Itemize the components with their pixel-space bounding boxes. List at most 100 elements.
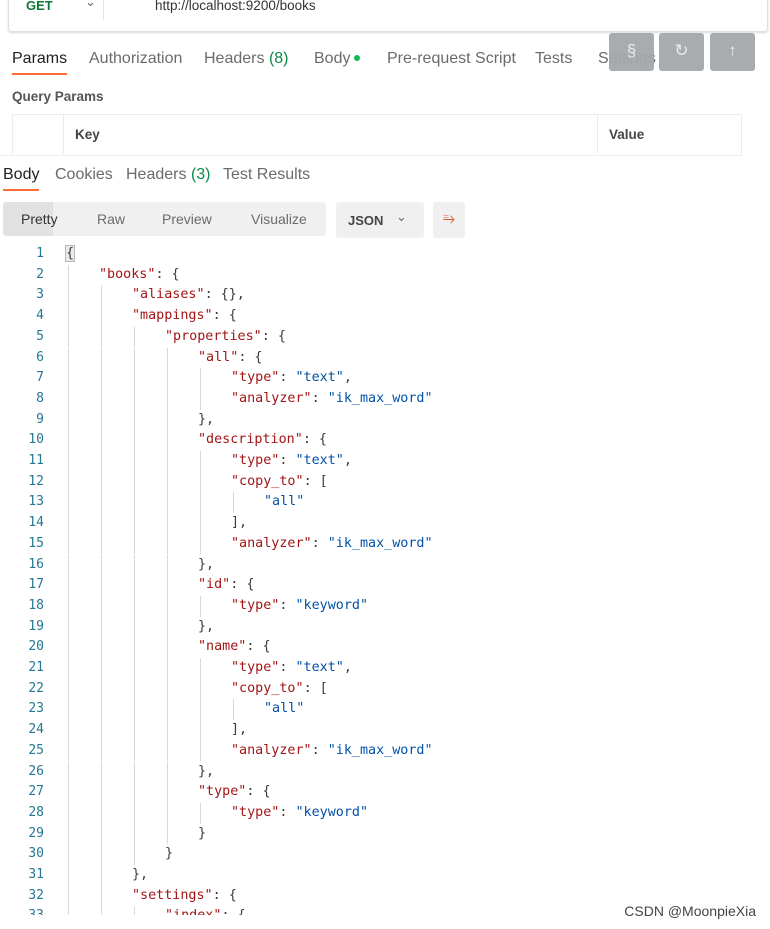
- code-text: "properties": {: [165, 327, 286, 348]
- section-button[interactable]: §: [609, 33, 654, 71]
- line-number: 26: [28, 763, 44, 779]
- line-number: 10: [28, 432, 44, 448]
- indent-guide: [68, 906, 69, 915]
- indent-guide: [68, 595, 69, 617]
- tab-cookies[interactable]: Cookies: [55, 166, 113, 184]
- code-line: 15 "analyzer": "ik_max_word": [0, 533, 770, 555]
- chevron-down-icon[interactable]: ⌄: [85, 0, 96, 10]
- indent-guide: [200, 451, 201, 472]
- indent-guide: [200, 740, 201, 762]
- code-line: 1{: [0, 244, 770, 265]
- indent-guide: [167, 533, 168, 555]
- indent-guide: [167, 740, 168, 762]
- colon: :: [279, 660, 296, 675]
- wrap-lines-button[interactable]: ⥱: [433, 202, 465, 238]
- upload-button[interactable]: ↑: [710, 33, 755, 71]
- indent-guide: [101, 471, 102, 493]
- code-text: },: [132, 865, 148, 886]
- indent-guide: [68, 865, 69, 886]
- colon: :: [279, 370, 296, 386]
- tab-test-results[interactable]: Test Results: [223, 166, 310, 184]
- method-select[interactable]: GET: [26, 0, 53, 13]
- indent-guide: [200, 471, 201, 493]
- json-punctuation: ],: [231, 722, 248, 738]
- indent-guide: [68, 264, 69, 286]
- indent-guide: [167, 409, 168, 431]
- tab-pre-request-script[interactable]: Pre-request Script: [387, 50, 516, 68]
- code-line: 23 "all": [0, 699, 770, 721]
- line-number: 22: [28, 680, 44, 696]
- code-text: "analyzer": "ik_max_word": [231, 534, 433, 555]
- indent-guide: [167, 823, 168, 845]
- code-text: },: [198, 555, 214, 576]
- indent-guide: [68, 637, 69, 658]
- code-line: 25 "analyzer": "ik_max_word": [0, 740, 770, 762]
- query-params-table: Key Value: [12, 114, 742, 154]
- refresh-button[interactable]: ↻: [659, 33, 704, 71]
- view-preview[interactable]: Preview: [162, 211, 212, 227]
- indent-guide: [167, 513, 168, 534]
- line-number: 4: [36, 308, 44, 324]
- code-text: "description": {: [198, 430, 327, 451]
- format-select[interactable]: JSON ⌄: [336, 202, 424, 238]
- json-string-value: "keyword": [295, 804, 369, 820]
- tab-response-body[interactable]: Body: [3, 166, 40, 191]
- line-number: 1: [36, 246, 44, 261]
- refresh-icon: ↻: [674, 41, 689, 60]
- tab-params[interactable]: Params: [12, 50, 68, 75]
- code-text: "analyzer": "ik_max_word": [231, 741, 433, 762]
- code-line: 26},: [0, 761, 770, 783]
- json-key: "type": [231, 370, 280, 386]
- indent-guide: [134, 409, 135, 431]
- line-number: 27: [28, 784, 44, 800]
- indent-guide: [101, 865, 102, 886]
- tab-label: Tests: [535, 50, 573, 67]
- headers-count: (3): [190, 166, 211, 183]
- indent-guide: [101, 492, 102, 514]
- line-number: 17: [28, 577, 44, 593]
- indent-guide: [134, 575, 135, 596]
- code-line: 3 "aliases": {},: [0, 285, 770, 307]
- indent-guide: [134, 368, 135, 389]
- code-line: 17 "id": {: [0, 575, 770, 596]
- indent-guide: [134, 554, 135, 576]
- indent-guide: [68, 430, 69, 451]
- indent-guide: [167, 471, 168, 493]
- code-text: "type": {: [198, 782, 271, 803]
- indent-guide: [200, 720, 201, 741]
- tab-label: Params: [12, 50, 68, 67]
- indent-guide: [101, 326, 102, 348]
- code-text: {: [64, 244, 76, 265]
- indent-guide: [68, 678, 69, 700]
- indent-guide: [134, 802, 135, 824]
- response-body-editor[interactable]: 1{2 "books": {3 "aliases": {}, 4 "mappings":…: [0, 244, 770, 915]
- line-number: 13: [28, 494, 44, 510]
- indent-guide: [68, 554, 69, 576]
- tab-authorization[interactable]: Authorization: [89, 50, 182, 68]
- view-raw[interactable]: Raw: [97, 211, 125, 227]
- indent-guide: [233, 699, 234, 721]
- json-punctuation: ,: [343, 660, 352, 675]
- json-punctuation: : {: [246, 784, 271, 800]
- code-line: 8 "analyzer": "ik_max_word": [0, 388, 770, 410]
- tab-headers[interactable]: Headers (8): [204, 50, 289, 68]
- colon: :: [311, 535, 328, 551]
- indent-guide: [134, 699, 135, 721]
- tab-body[interactable]: Body: [314, 50, 361, 68]
- indent-guide: [101, 430, 102, 451]
- code-line: 10 "description": {: [0, 430, 770, 451]
- json-key: "index": [165, 908, 221, 915]
- tab-tests[interactable]: Tests: [535, 50, 572, 68]
- url-bar: GET ⌄ http://localhost:9200/books: [8, 0, 768, 32]
- indent-guide: [134, 823, 135, 845]
- indent-guide: [68, 471, 69, 493]
- line-number: 32: [28, 887, 44, 903]
- indent-guide: [101, 637, 102, 658]
- tab-label: Authorization: [89, 50, 183, 67]
- indent-guide: [101, 451, 102, 472]
- indent-guide: [101, 802, 102, 824]
- view-pretty[interactable]: Pretty: [21, 211, 58, 227]
- view-visualize[interactable]: Visualize: [251, 211, 307, 227]
- url-input[interactable]: http://localhost:9200/books: [155, 0, 316, 13]
- tab-response-headers[interactable]: Headers (3): [126, 166, 211, 184]
